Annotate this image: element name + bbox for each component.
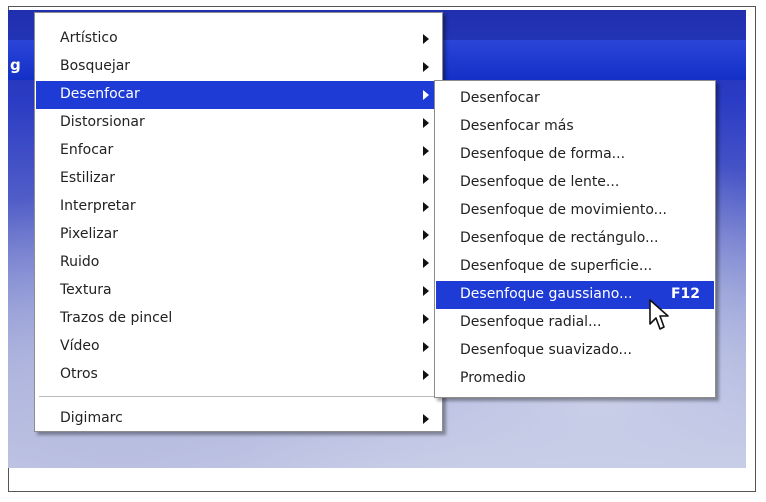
- menu-separator: [39, 396, 438, 397]
- menu-item-label: Textura: [60, 282, 112, 298]
- menu-item-label: Vídeo: [60, 338, 100, 354]
- desenfocar-submenu: Desenfocar Desenfocar más Desenfoque de fo…: [434, 80, 716, 398]
- menu-item-label: Interpretar: [60, 198, 136, 214]
- menu-item-digimarc[interactable]: Digimarc: [36, 405, 441, 433]
- submenu-item-label: Desenfoque radial...: [460, 314, 602, 330]
- shortcut-label: F12: [670, 286, 700, 302]
- submenu-item-label: Desenfoque de forma...: [460, 146, 626, 162]
- chevron-right-icon: [423, 414, 429, 424]
- menu-item-label: Enfocar: [60, 142, 114, 158]
- chevron-right-icon: [423, 174, 429, 184]
- menu-item-video[interactable]: Vídeo: [36, 333, 441, 361]
- menu-item-label: Otros: [60, 366, 98, 382]
- menu-item-label: Digimarc: [60, 410, 123, 426]
- menu-item-textura[interactable]: Textura: [36, 277, 441, 305]
- menu-item-interpretar[interactable]: Interpretar: [36, 193, 441, 221]
- submenu-item-desenfoque-de-rectangulo[interactable]: Desenfoque de rectángulo...: [436, 225, 714, 253]
- menu-item-estilizar[interactable]: Estilizar: [36, 165, 441, 193]
- menu-item-label: Desenfocar: [60, 86, 140, 102]
- menu-item-ruido[interactable]: Ruido: [36, 249, 441, 277]
- submenu-item-desenfocar-mas[interactable]: Desenfocar más: [436, 113, 714, 141]
- menu-item-label: Ruido: [60, 254, 100, 270]
- submenu-item-desenfoque-de-superficie[interactable]: Desenfoque de superficie...: [436, 253, 714, 281]
- menu-item-label: Estilizar: [60, 170, 115, 186]
- submenu-item-desenfocar[interactable]: Desenfocar: [436, 85, 714, 113]
- menu-item-label: Trazos de pincel: [60, 310, 173, 326]
- menu-item-bosquejar[interactable]: Bosquejar: [36, 53, 441, 81]
- menu-item-distorsionar[interactable]: Distorsionar: [36, 109, 441, 137]
- submenu-item-label: Desenfocar: [460, 90, 540, 106]
- menu-item-label: Bosquejar: [60, 58, 131, 74]
- chevron-right-icon: [423, 342, 429, 352]
- submenu-item-label: Desenfoque de superficie...: [460, 258, 653, 274]
- chevron-right-icon: [423, 118, 429, 128]
- submenu-item-desenfoque-de-lente[interactable]: Desenfoque de lente...: [436, 169, 714, 197]
- app-title-fragment: g: [10, 56, 21, 74]
- menu-item-desenfocar[interactable]: Desenfocar: [36, 81, 441, 109]
- submenu-item-desenfoque-suavizado[interactable]: Desenfoque suavizado...: [436, 337, 714, 365]
- chevron-right-icon: [423, 90, 429, 100]
- filter-menu: Artístico Bosquejar Desenfocar Distorsionar…: [34, 12, 443, 432]
- menu-item-label: Distorsionar: [60, 114, 145, 130]
- chevron-right-icon: [423, 146, 429, 156]
- chevron-right-icon: [423, 34, 429, 44]
- submenu-item-label: Desenfoque suavizado...: [460, 342, 632, 358]
- submenu-item-label: Desenfoque gaussiano...: [460, 286, 633, 302]
- menu-item-label: Pixelizar: [60, 226, 118, 242]
- chevron-right-icon: [423, 286, 429, 296]
- chevron-right-icon: [423, 370, 429, 380]
- submenu-item-label: Desenfoque de lente...: [460, 174, 620, 190]
- submenu-item-label: Desenfocar más: [460, 118, 574, 134]
- chevron-right-icon: [423, 202, 429, 212]
- menu-item-pixelizar[interactable]: Pixelizar: [36, 221, 441, 249]
- submenu-item-desenfoque-de-movimiento[interactable]: Desenfoque de movimiento...: [436, 197, 714, 225]
- chevron-right-icon: [423, 230, 429, 240]
- submenu-item-desenfoque-de-forma[interactable]: Desenfoque de forma...: [436, 141, 714, 169]
- submenu-item-label: Promedio: [460, 370, 526, 386]
- chevron-right-icon: [423, 314, 429, 324]
- mouse-pointer-icon: [649, 299, 669, 330]
- menu-item-artistico[interactable]: Artístico: [36, 25, 441, 53]
- menu-item-otros[interactable]: Otros: [36, 361, 441, 389]
- menu-item-trazos-de-pincel[interactable]: Trazos de pincel: [36, 305, 441, 333]
- chevron-right-icon: [423, 62, 429, 72]
- submenu-item-label: Desenfoque de movimiento...: [460, 202, 667, 218]
- submenu-item-promedio[interactable]: Promedio: [436, 365, 714, 393]
- submenu-item-label: Desenfoque de rectángulo...: [460, 230, 659, 246]
- chevron-right-icon: [423, 258, 429, 268]
- menu-item-label: Artístico: [60, 30, 118, 46]
- menu-item-enfocar[interactable]: Enfocar: [36, 137, 441, 165]
